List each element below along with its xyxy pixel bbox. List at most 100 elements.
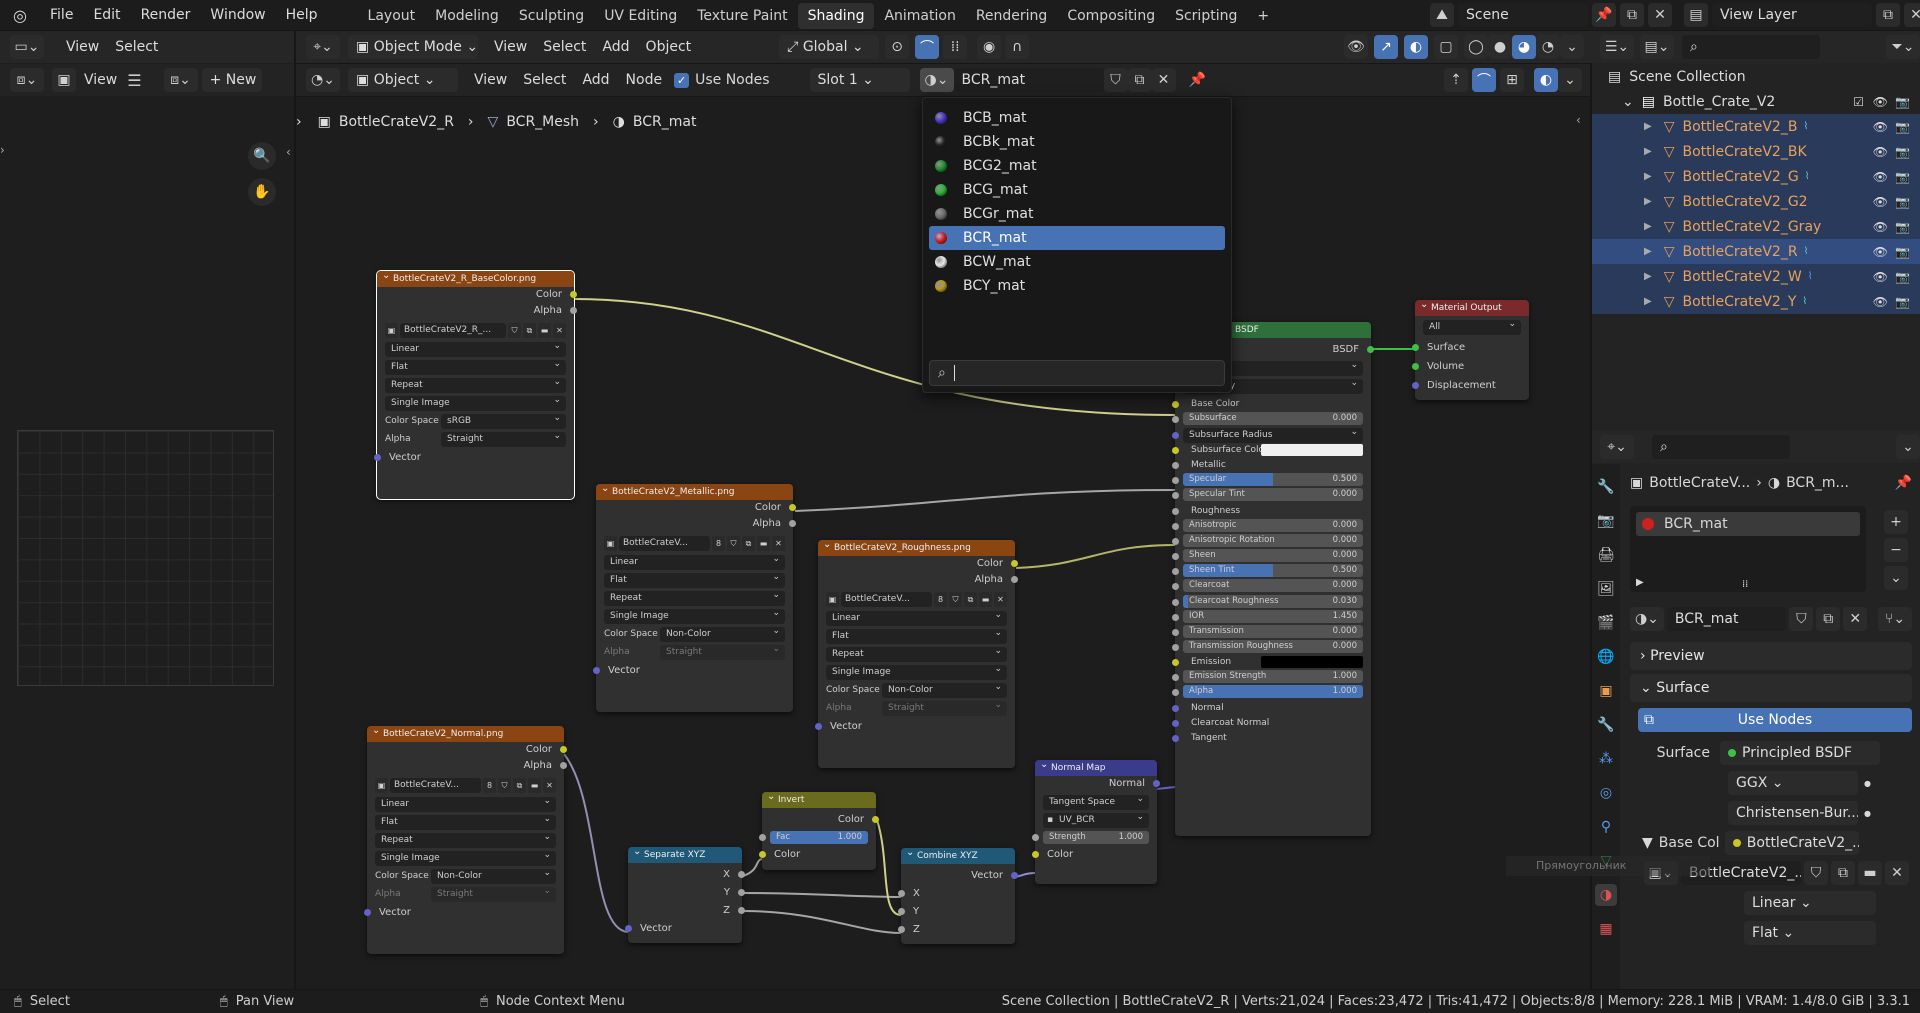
bsdf-slider[interactable]: Alpha 1.000 xyxy=(1183,685,1363,699)
use-nodes-button[interactable]: ⧉ Use Nodes xyxy=(1638,708,1912,732)
checkbox-icon[interactable]: ☑ xyxy=(1853,95,1864,109)
interpolation-dropdown[interactable]: Linear xyxy=(826,608,1007,626)
image-selector[interactable]: ▣ BottleCrateV... 8 ⛉ ⧉ ▬ ✕ xyxy=(826,592,1007,607)
folder-icon[interactable]: ▬ xyxy=(979,592,992,607)
output-icon[interactable]: 🖨 xyxy=(1595,544,1617,566)
eye-icon[interactable]: 👁 xyxy=(1873,95,1888,109)
material-list-item[interactable]: BCGr_mat xyxy=(929,202,1225,226)
socket-alpha-out[interactable]: Alpha xyxy=(377,303,577,319)
scene-collection-row[interactable]: ▤ Scene Collection xyxy=(1592,64,1920,89)
bsdf-input-row[interactable]: Transmission 0.000 xyxy=(1172,624,1363,640)
socket-alpha-out[interactable]: Alpha xyxy=(818,572,1018,588)
socket-vector-in[interactable]: Vector xyxy=(625,921,742,937)
outliner-object-row[interactable]: ▶ ▽ BottleCrateV2_BK 👁 📷 xyxy=(1592,139,1920,164)
material-search-input[interactable]: ⌕ xyxy=(929,360,1225,386)
material-tab-icon[interactable]: ◑ xyxy=(1595,884,1617,906)
close-icon[interactable]: ✕ xyxy=(772,536,785,551)
eye-icon[interactable]: 👁 xyxy=(1873,270,1888,284)
fake-user-icon[interactable]: ⛉ xyxy=(508,323,521,338)
new-material-icon[interactable]: ⧉ xyxy=(1816,607,1841,631)
bsdf-input-row[interactable]: Base Color xyxy=(1172,397,1363,412)
bsdf-input-row[interactable]: Metallic xyxy=(1172,458,1363,473)
node-basecolor-image[interactable]: BottleCrateV2_R_BaseColor.png Color Alph… xyxy=(374,270,577,500)
bsdf-slider[interactable]: Subsurface 0.000 xyxy=(1183,412,1363,425)
bsdf-slider[interactable]: Specular 0.500 xyxy=(1183,473,1363,487)
uv-map-field[interactable]: ▪ UV_BCR xyxy=(1043,810,1149,828)
source-dropdown[interactable]: Single Image xyxy=(604,606,785,624)
bsdf-input-row[interactable]: Roughness xyxy=(1172,504,1363,519)
outliner-object-row[interactable]: ▶ ▽ BottleCrateV2_Gray 👁 📷 xyxy=(1592,214,1920,239)
bsdf-slider[interactable]: Emission Strength 1.000 xyxy=(1183,670,1363,684)
slot-menu-icon[interactable]: ⌄ xyxy=(1884,566,1908,590)
socket-vector-in[interactable]: Vector xyxy=(364,905,564,921)
remove-slot-icon[interactable]: − xyxy=(1884,538,1908,562)
expand-icon[interactable]: ▶ xyxy=(1644,196,1652,207)
camera-icon[interactable]: 📷 xyxy=(1895,120,1910,134)
space-dropdown[interactable]: Tangent Space xyxy=(1043,792,1149,810)
bsdf-slider[interactable]: Anisotropic Rotation 0.000 xyxy=(1183,533,1363,547)
bsdf-slider[interactable]: Transmission 0.000 xyxy=(1183,624,1363,638)
extension-dropdown[interactable]: Repeat xyxy=(385,375,566,393)
unlink-image-icon[interactable]: ✕ xyxy=(1885,861,1909,885)
bsdf-input-row[interactable]: Anisotropic Rotation 0.000 xyxy=(1172,533,1363,549)
socket-x-out[interactable]: X xyxy=(628,867,745,885)
bsdf-slider[interactable]: Sheen 0.000 xyxy=(1183,548,1363,562)
socket-color-in[interactable]: Color xyxy=(759,847,876,863)
open-image-icon[interactable]: ▬ xyxy=(1858,861,1882,885)
eye-icon[interactable]: 👁 xyxy=(1873,295,1888,309)
camera-icon[interactable]: 📷 xyxy=(1895,195,1910,209)
base-color-link-field[interactable]: BottleCrateV2_... xyxy=(1724,831,1859,855)
node-roughness-image[interactable]: BottleCrateV2_Roughness.png Color Alpha … xyxy=(815,540,1018,768)
bsdf-input-row[interactable]: Anisotropic 0.000 xyxy=(1172,518,1363,534)
socket-alpha-out[interactable]: Alpha xyxy=(596,516,796,532)
close-icon[interactable]: ✕ xyxy=(543,778,556,793)
fake-user-icon[interactable]: ⛉ xyxy=(1804,861,1828,885)
outliner-object-row[interactable]: ▶ ▽ BottleCrateV2_B ⌇ 👁 📷 xyxy=(1592,114,1920,139)
camera-icon[interactable]: 📷 xyxy=(1895,245,1910,259)
eye-icon[interactable]: 👁 xyxy=(1873,145,1888,159)
socket-color-in[interactable]: Color xyxy=(1032,847,1157,863)
bsdf-input-row[interactable]: Specular 0.500 xyxy=(1172,473,1363,488)
interpolation-dropdown[interactable]: Linear xyxy=(375,794,556,812)
bsdf-slider[interactable]: Specular Tint 0.000 xyxy=(1183,488,1363,502)
image-selector[interactable]: ▣ BottleCrateV... 8 ⛉ ⧉ ▬ ✕ xyxy=(604,536,785,551)
bsdf-slider[interactable]: Transmission Roughness 0.000 xyxy=(1183,640,1363,654)
socket-y-in[interactable]: Y xyxy=(898,904,1015,922)
color-space-dropdown[interactable]: Non-Color xyxy=(882,680,1007,698)
projection-dropdown[interactable]: Flat xyxy=(604,570,785,588)
bsdf-input-row[interactable]: Subsurface Color xyxy=(1172,443,1363,458)
node-tree-browse-icon[interactable]: ⑂⌄ xyxy=(1878,607,1912,631)
bsdf-input-row[interactable]: Normal xyxy=(1172,701,1363,716)
socket-color-out[interactable]: Color xyxy=(377,287,577,303)
source-dropdown[interactable]: Single Image xyxy=(826,662,1007,680)
material-list-item[interactable]: BCG2_mat xyxy=(929,154,1225,178)
socket-vector-out[interactable]: Vector xyxy=(901,868,1018,886)
eye-icon[interactable]: 👁 xyxy=(1873,120,1888,134)
source-dropdown[interactable]: Single Image xyxy=(385,393,566,411)
surface-panel-header[interactable]: ⌄ Surface xyxy=(1630,674,1912,702)
socket-color-out[interactable]: Color xyxy=(762,812,879,828)
bsdf-slider[interactable]: Clearcoat Roughness 0.030 xyxy=(1183,594,1363,608)
socket-displacement-in[interactable]: Displacement xyxy=(1412,376,1529,395)
material-list-item[interactable]: BCBk_mat xyxy=(929,130,1225,154)
eye-icon[interactable]: 👁 xyxy=(1873,170,1888,184)
bsdf-dropdown[interactable]: Subsurface Radius xyxy=(1183,425,1363,444)
bsdf-slider[interactable]: Sheen Tint 0.500 xyxy=(1183,564,1363,578)
material-list-item[interactable]: BCW_mat xyxy=(929,250,1225,274)
color-space-dropdown[interactable]: Non-Color xyxy=(431,866,556,884)
target-dropdown[interactable]: All xyxy=(1423,317,1521,335)
bsdf-slider[interactable]: Anisotropic 0.000 xyxy=(1183,518,1363,532)
bsdf-input-row[interactable]: Transmission Roughness 0.000 xyxy=(1172,640,1363,655)
bsdf-input-row[interactable]: Clearcoat Normal xyxy=(1172,716,1363,731)
projection-dropdown[interactable]: Flat ⌄ xyxy=(1744,921,1876,945)
socket-x-in[interactable]: X xyxy=(898,886,1015,904)
constraints-icon[interactable]: ⚲ xyxy=(1595,816,1617,838)
socket-z-in[interactable]: Z xyxy=(898,922,1015,940)
close-icon[interactable]: ✕ xyxy=(553,323,566,338)
socket-y-out[interactable]: Y xyxy=(628,885,745,903)
filter-icon[interactable]: ⏷⌄ xyxy=(1886,35,1920,59)
folder-icon[interactable]: ▬ xyxy=(528,778,541,793)
new-image-icon[interactable]: ⧉ xyxy=(1831,861,1855,885)
particles-icon[interactable]: ⁂ xyxy=(1595,748,1617,770)
bsdf-input-row[interactable]: Alpha 1.000 xyxy=(1172,685,1363,700)
